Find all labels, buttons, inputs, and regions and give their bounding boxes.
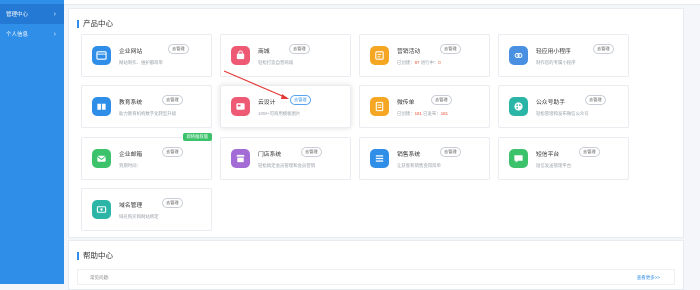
help-center-title: 帮助中心: [77, 250, 113, 261]
manage-button[interactable]: 去管理: [290, 95, 311, 105]
manage-button[interactable]: 去管理: [162, 95, 183, 105]
shop-bag-icon: [231, 46, 250, 65]
store-icon: [231, 149, 250, 168]
card-desc: 轻松打造自营商城: [258, 60, 294, 65]
card-title: 公众号助手: [536, 100, 565, 106]
manage-button[interactable]: 去管理: [431, 95, 452, 105]
card-desc: 网站制作、维护都简单: [119, 60, 163, 65]
manage-button[interactable]: 去管理: [162, 147, 183, 157]
chevron-right-icon: ›: [53, 10, 56, 18]
top-bar: [64, 0, 700, 5]
main-content: 产品中心 企业网站 去管理 网站制作、维护都简单 商城 去管理 轻松打造自营商城…: [64, 0, 700, 290]
card-desc: 已创建：181 已发布：181: [397, 111, 449, 116]
card-mall[interactable]: 商城 去管理 轻松打造自营商城: [220, 34, 351, 77]
card-desc: 助力教育机构数字化转型升级: [119, 111, 177, 116]
sidebar-item-profile[interactable]: 个人信息 ›: [0, 24, 64, 44]
card-title: 域名管理: [119, 203, 143, 209]
sidebar: 管理中心 › 个人信息 ›: [0, 0, 64, 284]
card-title: 销售系统: [397, 152, 421, 158]
book-icon: [92, 97, 111, 116]
card-education[interactable]: 教育系统 去管理 助力教育机构数字化转型升级: [81, 85, 212, 128]
card-title: 轻应用小程序: [536, 49, 571, 55]
card-desc: 短信发送管理平台: [536, 163, 572, 168]
card-cloud-design[interactable]: 云设计 去管理 10W+可商用模板图片: [220, 85, 351, 128]
card-desc: 轻松管理和发布微信公众号: [536, 111, 589, 116]
card-desc: 轻松搞定会员管理和会员营销: [258, 163, 316, 168]
list-icon: [370, 149, 389, 168]
manage-button[interactable]: 去管理: [593, 44, 614, 54]
title-accent-bar: [77, 251, 79, 260]
card-title: 企业邮箱: [119, 152, 143, 158]
card-desc: 到期时间：: [119, 163, 141, 168]
card-desc: 制作您的专属小程序: [536, 60, 576, 65]
manage-button[interactable]: 去管理: [440, 44, 461, 54]
faq-label: 常见问题:: [90, 275, 110, 280]
palette-icon: [509, 97, 528, 116]
card-desc: 已创建：97 进行中：0: [397, 60, 441, 65]
manage-button[interactable]: 去管理: [162, 198, 183, 208]
card-mini-program[interactable]: 轻应用小程序 去管理 制作您的专属小程序: [498, 34, 629, 77]
card-title: 教育系统: [119, 100, 143, 106]
marketing-icon: [370, 46, 389, 65]
manage-button[interactable]: 去管理: [440, 147, 461, 157]
card-title: 商城: [258, 49, 270, 55]
card-domain-management[interactable]: 域名管理 去管理 域名购买和网站绑定: [81, 188, 212, 231]
help-center-panel: 帮助中心 常见问题: 查看更多>>: [68, 240, 684, 290]
flyer-icon: [370, 97, 389, 116]
card-sales-system[interactable]: 销售系统 去管理 让获客和销售变得简单: [359, 137, 490, 180]
card-title: 微传单: [397, 100, 415, 106]
chevron-right-icon: ›: [53, 30, 56, 38]
card-flyer[interactable]: 微传单 去管理 已创建：181 已发布：181: [359, 85, 490, 128]
product-center-title: 产品中心: [77, 18, 113, 29]
manage-button[interactable]: 去管理: [301, 147, 322, 157]
manage-button[interactable]: 去管理: [585, 95, 606, 105]
card-desc: 域名购买和网站绑定: [119, 214, 159, 219]
message-icon: [509, 149, 528, 168]
card-title: 营销活动: [397, 49, 421, 55]
view-more-link[interactable]: 查看更多>>: [637, 275, 660, 281]
card-sms-platform[interactable]: 短信平台 去管理 短信发送管理平台: [498, 137, 629, 180]
sidebar-item-label: 个人信息: [6, 32, 29, 38]
manage-button[interactable]: 去管理: [168, 44, 189, 54]
card-title: 云设计: [258, 100, 276, 106]
manage-button[interactable]: 去管理: [289, 44, 310, 54]
card-enterprise-mail[interactable]: 即将推荐版 企业邮箱 去管理 到期时间：: [81, 133, 212, 180]
mini-program-icon: [509, 46, 528, 65]
card-title: 短信平台: [536, 152, 560, 158]
browser-icon: [92, 46, 111, 65]
card-desc: 让获客和销售变得简单: [397, 163, 441, 168]
card-marketing[interactable]: 营销活动 去管理 已创建：97 进行中：0: [359, 34, 490, 77]
card-desc: 10W+可商用模板图片: [258, 111, 301, 116]
design-icon: [231, 97, 250, 116]
sidebar-item-label: 管理中心: [6, 12, 29, 18]
promo-ribbon: 即将推荐版: [182, 133, 212, 141]
card-title: 企业网站: [119, 49, 143, 55]
card-website[interactable]: 企业网站 去管理 网站制作、维护都简单: [81, 34, 212, 77]
manage-button[interactable]: 去管理: [579, 147, 600, 157]
card-title: 门店系统: [258, 152, 282, 158]
title-accent-bar: [77, 19, 79, 28]
domain-icon: [92, 200, 111, 219]
mail-icon: [92, 149, 111, 168]
card-store-system[interactable]: 门店系统 去管理 轻松搞定会员管理和会员营销: [220, 137, 351, 180]
product-center-panel: 产品中心 企业网站 去管理 网站制作、维护都简单 商城 去管理 轻松打造自营商城…: [68, 8, 684, 238]
faq-row: 常见问题: 查看更多>>: [77, 269, 675, 285]
card-official-account[interactable]: 公众号助手 去管理 轻松管理和发布微信公众号: [498, 85, 629, 128]
sidebar-item-management[interactable]: 管理中心 ›: [0, 4, 64, 24]
